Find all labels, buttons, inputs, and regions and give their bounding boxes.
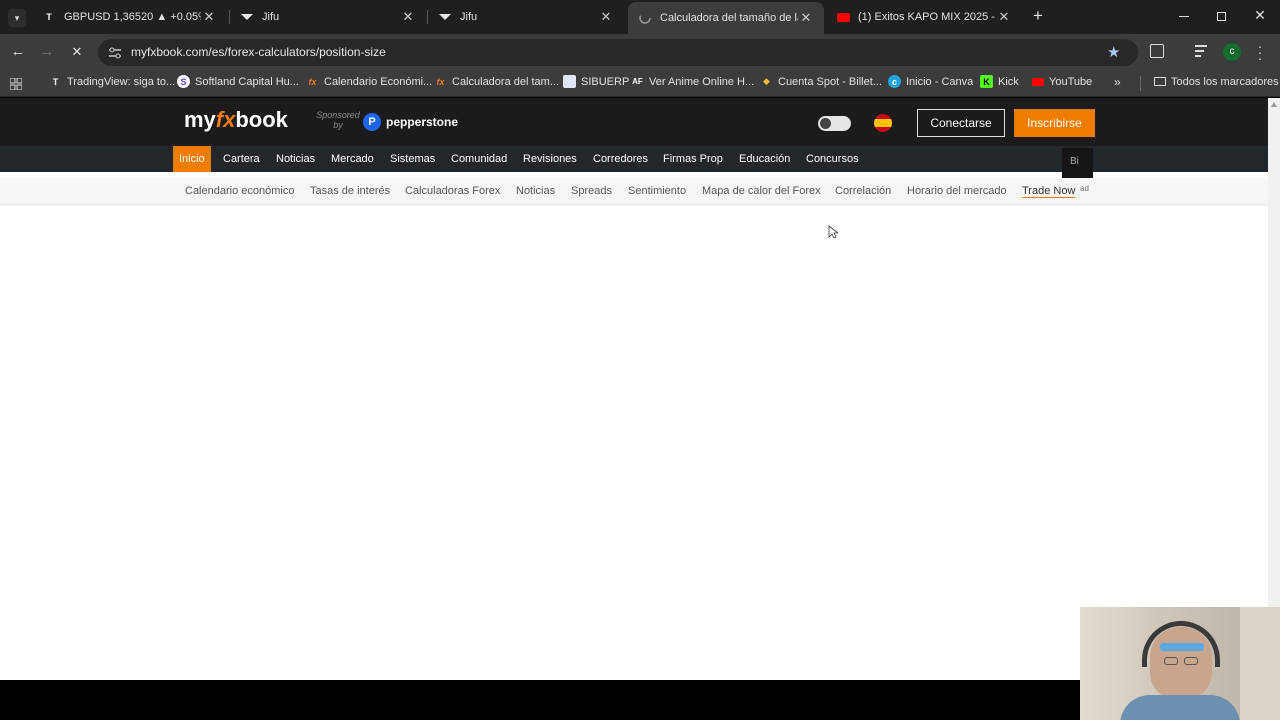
kick-icon: K — [980, 75, 993, 88]
restore-icon[interactable] — [1214, 10, 1230, 24]
youtube-icon — [1031, 75, 1044, 88]
nav-item-cartera[interactable]: Cartera — [217, 146, 266, 172]
nav-item-mercado[interactable]: Mercado — [325, 146, 380, 172]
canva-icon: c — [888, 75, 901, 88]
pepperstone-icon: P — [363, 113, 381, 131]
jifu-icon — [438, 10, 452, 24]
subnav-item-mapa-de-calor-del-forex[interactable]: Mapa de calor del Forex — [702, 185, 821, 197]
all-bookmarks-folder[interactable]: Todos los marcadores — [1153, 75, 1279, 88]
taskbar-area — [0, 680, 1080, 720]
tab-gbpusd[interactable]: T GBPUSD 1,36520 ▲ +0.05% Sin ✕ — [32, 4, 227, 30]
tradingview-icon: T — [52, 76, 59, 87]
animeflv-icon: AF — [632, 77, 643, 86]
nav-item-sistemas[interactable]: Sistemas — [384, 146, 441, 172]
nav-item-corredores[interactable]: Corredores — [587, 146, 654, 172]
close-icon[interactable]: ✕ — [996, 9, 1012, 25]
tab-jifu-2[interactable]: Jifu ✕ — [428, 4, 624, 30]
webcam-overlay — [1080, 607, 1280, 720]
connect-button[interactable]: Conectarse — [917, 109, 1005, 137]
subnav-item-noticias[interactable]: Noticias — [516, 185, 555, 197]
myfxbook-icon: fx — [308, 76, 317, 87]
nav-search-stub[interactable]: Bi — [1062, 148, 1093, 178]
site-logo[interactable]: myfxbook — [184, 107, 288, 133]
bookmark-calendario[interactable]: fx Calendario Económi... — [306, 75, 432, 88]
web-page: myfxbook Sponsored by P pepperstone Cone… — [0, 98, 1268, 680]
mouse-cursor — [828, 225, 840, 244]
bookmarks-bar: T TradingView: siga to... S Softland Capit… — [0, 70, 1280, 97]
close-icon[interactable]: ✕ — [400, 9, 416, 25]
profile-avatar[interactable]: c — [1223, 43, 1241, 61]
subnav-item-tasas-de-interes[interactable]: Tasas de interés — [310, 185, 390, 197]
document-icon — [563, 75, 576, 88]
browser-menu-icon[interactable]: · · · — [1256, 39, 1264, 65]
close-window-icon[interactable]: ✕ — [1252, 7, 1268, 25]
softland-icon: S — [177, 75, 190, 88]
spain-flag-icon[interactable] — [874, 114, 892, 132]
nav-item-comunidad[interactable]: Comunidad — [445, 146, 513, 172]
close-icon[interactable]: ✕ — [598, 9, 614, 25]
bookmark-youtube[interactable]: YouTube — [1031, 75, 1092, 88]
forward-icon[interactable]: → — [37, 42, 57, 62]
dark-mode-toggle[interactable] — [818, 116, 851, 131]
youtube-icon — [836, 10, 850, 24]
bookmark-kick[interactable]: K Kick — [980, 75, 1019, 88]
subnav-item-calendario-economico[interactable]: Calendario económico — [185, 185, 294, 197]
page-scrollbar[interactable] — [1268, 98, 1280, 680]
bookmark-star-icon[interactable]: ★ — [1107, 43, 1120, 61]
close-icon[interactable]: ✕ — [798, 10, 814, 26]
tab-strip: ▾ T GBPUSD 1,36520 ▲ +0.05% Sin ✕ Jifu ✕… — [0, 0, 1280, 34]
browser-toolbar: ← → ✕ myfxbook.com/es/forex-calculators/… — [0, 34, 1280, 70]
nav-item-noticias[interactable]: Noticias — [270, 146, 321, 172]
tab-position-size-calculator[interactable]: Calculadora del tamaño de la p ✕ — [628, 2, 824, 34]
myfxbook-icon: fx — [436, 76, 445, 87]
secondary-navigation: Calendario económico Tasas de interés Calc… — [0, 178, 1268, 205]
nav-item-revisiones[interactable]: Revisiones — [517, 146, 583, 172]
folder-icon — [1153, 75, 1166, 88]
binance-icon: ◆ — [763, 76, 770, 86]
nav-item-inicio[interactable]: Inicio — [173, 146, 211, 172]
tab-jifu-1[interactable]: Jifu ✕ — [230, 4, 426, 30]
close-icon[interactable]: ✕ — [201, 9, 217, 25]
bookmark-binance[interactable]: ◆ Cuenta Spot - Billet... — [760, 75, 882, 88]
site-header: myfxbook Sponsored by P pepperstone Cone… — [0, 98, 1268, 146]
bookmark-calculadora[interactable]: fx Calculadora del tam... — [434, 75, 559, 88]
nav-item-firmas-prop[interactable]: Firmas Prop — [657, 146, 729, 172]
media-control-icon[interactable] — [1195, 45, 1209, 57]
stop-loading-icon[interactable]: ✕ — [67, 42, 87, 62]
back-icon[interactable]: ← — [8, 42, 28, 62]
extensions-icon[interactable] — [1150, 44, 1164, 58]
minimize-icon[interactable] — [1176, 10, 1192, 22]
loading-icon — [638, 11, 652, 25]
site-info-icon[interactable] — [108, 46, 122, 59]
address-bar[interactable]: myfxbook.com/es/forex-calculators/positi… — [98, 39, 1138, 66]
jifu-icon — [240, 10, 254, 24]
apps-grid-icon[interactable] — [9, 77, 23, 91]
sponsored-by-text: Sponsored by — [316, 110, 360, 130]
bookmark-tradingview[interactable]: T TradingView: siga to... — [49, 75, 175, 88]
signup-button[interactable]: Inscribirse — [1014, 109, 1095, 137]
scroll-up-icon[interactable] — [1271, 102, 1277, 107]
subnav-item-sentimiento[interactable]: Sentimiento — [628, 185, 686, 197]
bookmark-anime[interactable]: AF Ver Anime Online H... — [631, 75, 754, 88]
subnav-item-trade-now[interactable]: Trade Now — [1022, 185, 1076, 198]
ad-badge: ad — [1080, 184, 1089, 193]
bookmark-sibuerp[interactable]: SIBUERP — [563, 75, 629, 88]
subnav-item-horario-del-mercado[interactable]: Horario del mercado — [907, 185, 1007, 197]
subnav-item-correlacion[interactable]: Correlación — [835, 185, 891, 197]
url-text: myfxbook.com/es/forex-calculators/positi… — [131, 45, 386, 59]
tab-youtube[interactable]: (1) Exitos KAPO MIX 2025 - You ✕ — [826, 4, 1022, 30]
nav-item-educacion[interactable]: Educación — [733, 146, 796, 172]
subnav-item-calculadoras-forex[interactable]: Calculadoras Forex — [405, 185, 500, 197]
bookmark-canva[interactable]: c Inicio - Canva — [888, 75, 973, 88]
pepperstone-logo[interactable]: P pepperstone — [363, 113, 458, 131]
bookmarks-separator — [1140, 76, 1141, 91]
subnav-item-spreads[interactable]: Spreads — [571, 185, 612, 197]
more-bookmarks-icon[interactable]: » — [1114, 75, 1121, 89]
nav-item-concursos[interactable]: Concursos — [800, 146, 865, 172]
bookmark-softland[interactable]: S Softland Capital Hu... — [177, 75, 299, 88]
tradingview-icon: T — [46, 12, 52, 22]
tab-search-button[interactable]: ▾ — [8, 9, 26, 27]
new-tab-icon[interactable]: + — [1029, 7, 1047, 25]
